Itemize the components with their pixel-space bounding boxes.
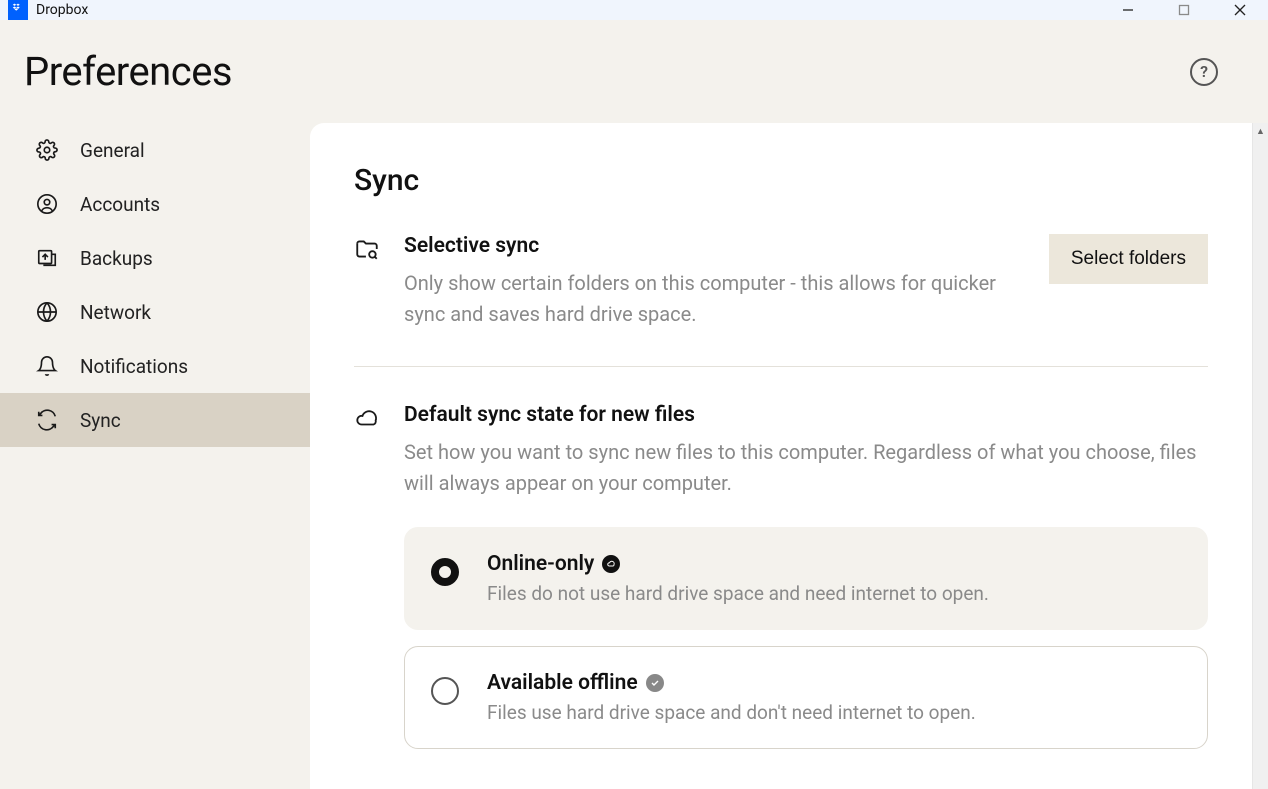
- radio-indicator: [431, 558, 459, 586]
- cloud-badge-icon: [602, 555, 620, 573]
- setting-default-sync-state: Default sync state for new files Set how…: [354, 403, 1208, 749]
- sidebar-item-label: General: [80, 139, 145, 162]
- sidebar-item-label: Sync: [80, 409, 121, 432]
- maximize-button[interactable]: [1156, 0, 1212, 20]
- sidebar-item-label: Network: [80, 301, 151, 324]
- gear-icon: [36, 139, 58, 161]
- sidebar-item-network[interactable]: Network: [0, 285, 310, 339]
- setting-label: Selective sync: [404, 234, 1027, 258]
- sidebar-item-label: Accounts: [80, 193, 160, 216]
- sidebar-item-notifications[interactable]: Notifications: [0, 339, 310, 393]
- folder-search-icon: [354, 236, 382, 264]
- section-title: Sync: [354, 163, 1208, 198]
- bell-icon: [36, 355, 58, 377]
- user-circle-icon: [36, 193, 58, 215]
- scrollbar[interactable]: ▲: [1252, 123, 1268, 789]
- radio-available-offline[interactable]: Available offline Files use hard drive s…: [404, 646, 1208, 749]
- setting-label: Default sync state for new files: [404, 403, 1208, 427]
- close-button[interactable]: [1212, 0, 1268, 20]
- sidebar-item-backups[interactable]: Backups: [0, 231, 310, 285]
- radio-label: Online-only: [487, 552, 594, 576]
- sidebar-item-accounts[interactable]: Accounts: [0, 177, 310, 231]
- check-badge-icon: [646, 674, 664, 692]
- setting-selective-sync: Selective sync Only show certain folders…: [354, 234, 1208, 367]
- cloud-icon: [354, 405, 382, 433]
- sync-icon: [36, 409, 58, 431]
- window-title: Dropbox: [36, 2, 88, 18]
- radio-online-only[interactable]: Online-only Files do not use hard drive …: [404, 527, 1208, 630]
- sync-state-radio-group: Online-only Files do not use hard drive …: [404, 527, 1208, 749]
- page-title: Preferences: [24, 48, 232, 95]
- main-panel: Sync Selective sync Only show certain fo…: [310, 123, 1268, 789]
- scroll-up-icon[interactable]: ▲: [1253, 123, 1268, 139]
- sidebar-item-general[interactable]: General: [0, 123, 310, 177]
- sidebar-item-sync[interactable]: Sync: [0, 393, 310, 447]
- radio-description: Files do not use hard drive space and ne…: [487, 582, 989, 605]
- window-controls: [1100, 0, 1268, 20]
- radio-label: Available offline: [487, 671, 638, 695]
- select-folders-button[interactable]: Select folders: [1049, 234, 1208, 284]
- sidebar-item-label: Backups: [80, 247, 153, 270]
- help-button[interactable]: ?: [1190, 58, 1218, 86]
- radio-indicator: [431, 677, 459, 705]
- sidebar: General Accounts Backups Network: [0, 123, 310, 789]
- sidebar-item-label: Notifications: [80, 355, 188, 378]
- globe-icon: [36, 301, 58, 323]
- radio-description: Files use hard drive space and don't nee…: [487, 701, 976, 724]
- setting-description: Only show certain folders on this comput…: [404, 268, 1027, 330]
- backup-icon: [36, 247, 58, 269]
- setting-description: Set how you want to sync new files to th…: [404, 437, 1208, 499]
- dropbox-icon: [8, 0, 28, 20]
- titlebar: Dropbox: [0, 0, 1268, 20]
- minimize-button[interactable]: [1100, 0, 1156, 20]
